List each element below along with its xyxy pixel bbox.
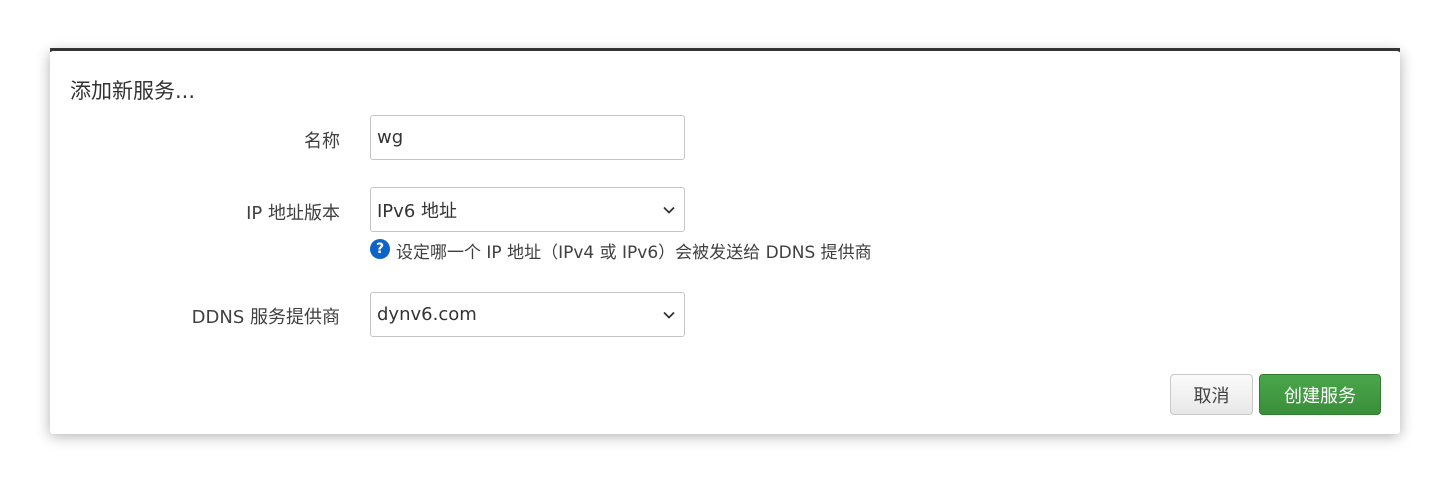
chevron-down-icon (663, 311, 675, 319)
add-service-dialog: 添加新服务... 名称 IP 地址版本 IPv6 地址 ? 设定哪一个 IP 地… (50, 51, 1400, 434)
dialog-title: 添加新服务... (70, 79, 196, 103)
question-icon: ? (370, 238, 390, 259)
name-label: 名称 (304, 131, 340, 152)
ip-version-hint: ? 设定哪一个 IP 地址（IPv4 或 IPv6）会被发送给 DDNS 提供商 (370, 238, 872, 263)
name-input-wrapper[interactable] (370, 115, 685, 160)
provider-select[interactable]: dynv6.com (370, 292, 685, 337)
create-service-button[interactable]: 创建服务 (1259, 374, 1381, 415)
provider-label: DDNS 服务提供商 (191, 307, 340, 328)
chevron-down-icon (663, 206, 675, 214)
provider-selected: dynv6.com (377, 304, 477, 325)
ip-version-select[interactable]: IPv6 地址 (370, 187, 685, 232)
ip-version-label: IP 地址版本 (246, 203, 340, 224)
ip-version-hint-text: 设定哪一个 IP 地址（IPv4 或 IPv6）会被发送给 DDNS 提供商 (396, 243, 872, 263)
cancel-button[interactable]: 取消 (1170, 374, 1253, 415)
ip-version-selected: IPv6 地址 (377, 200, 457, 222)
name-input[interactable] (377, 116, 678, 159)
